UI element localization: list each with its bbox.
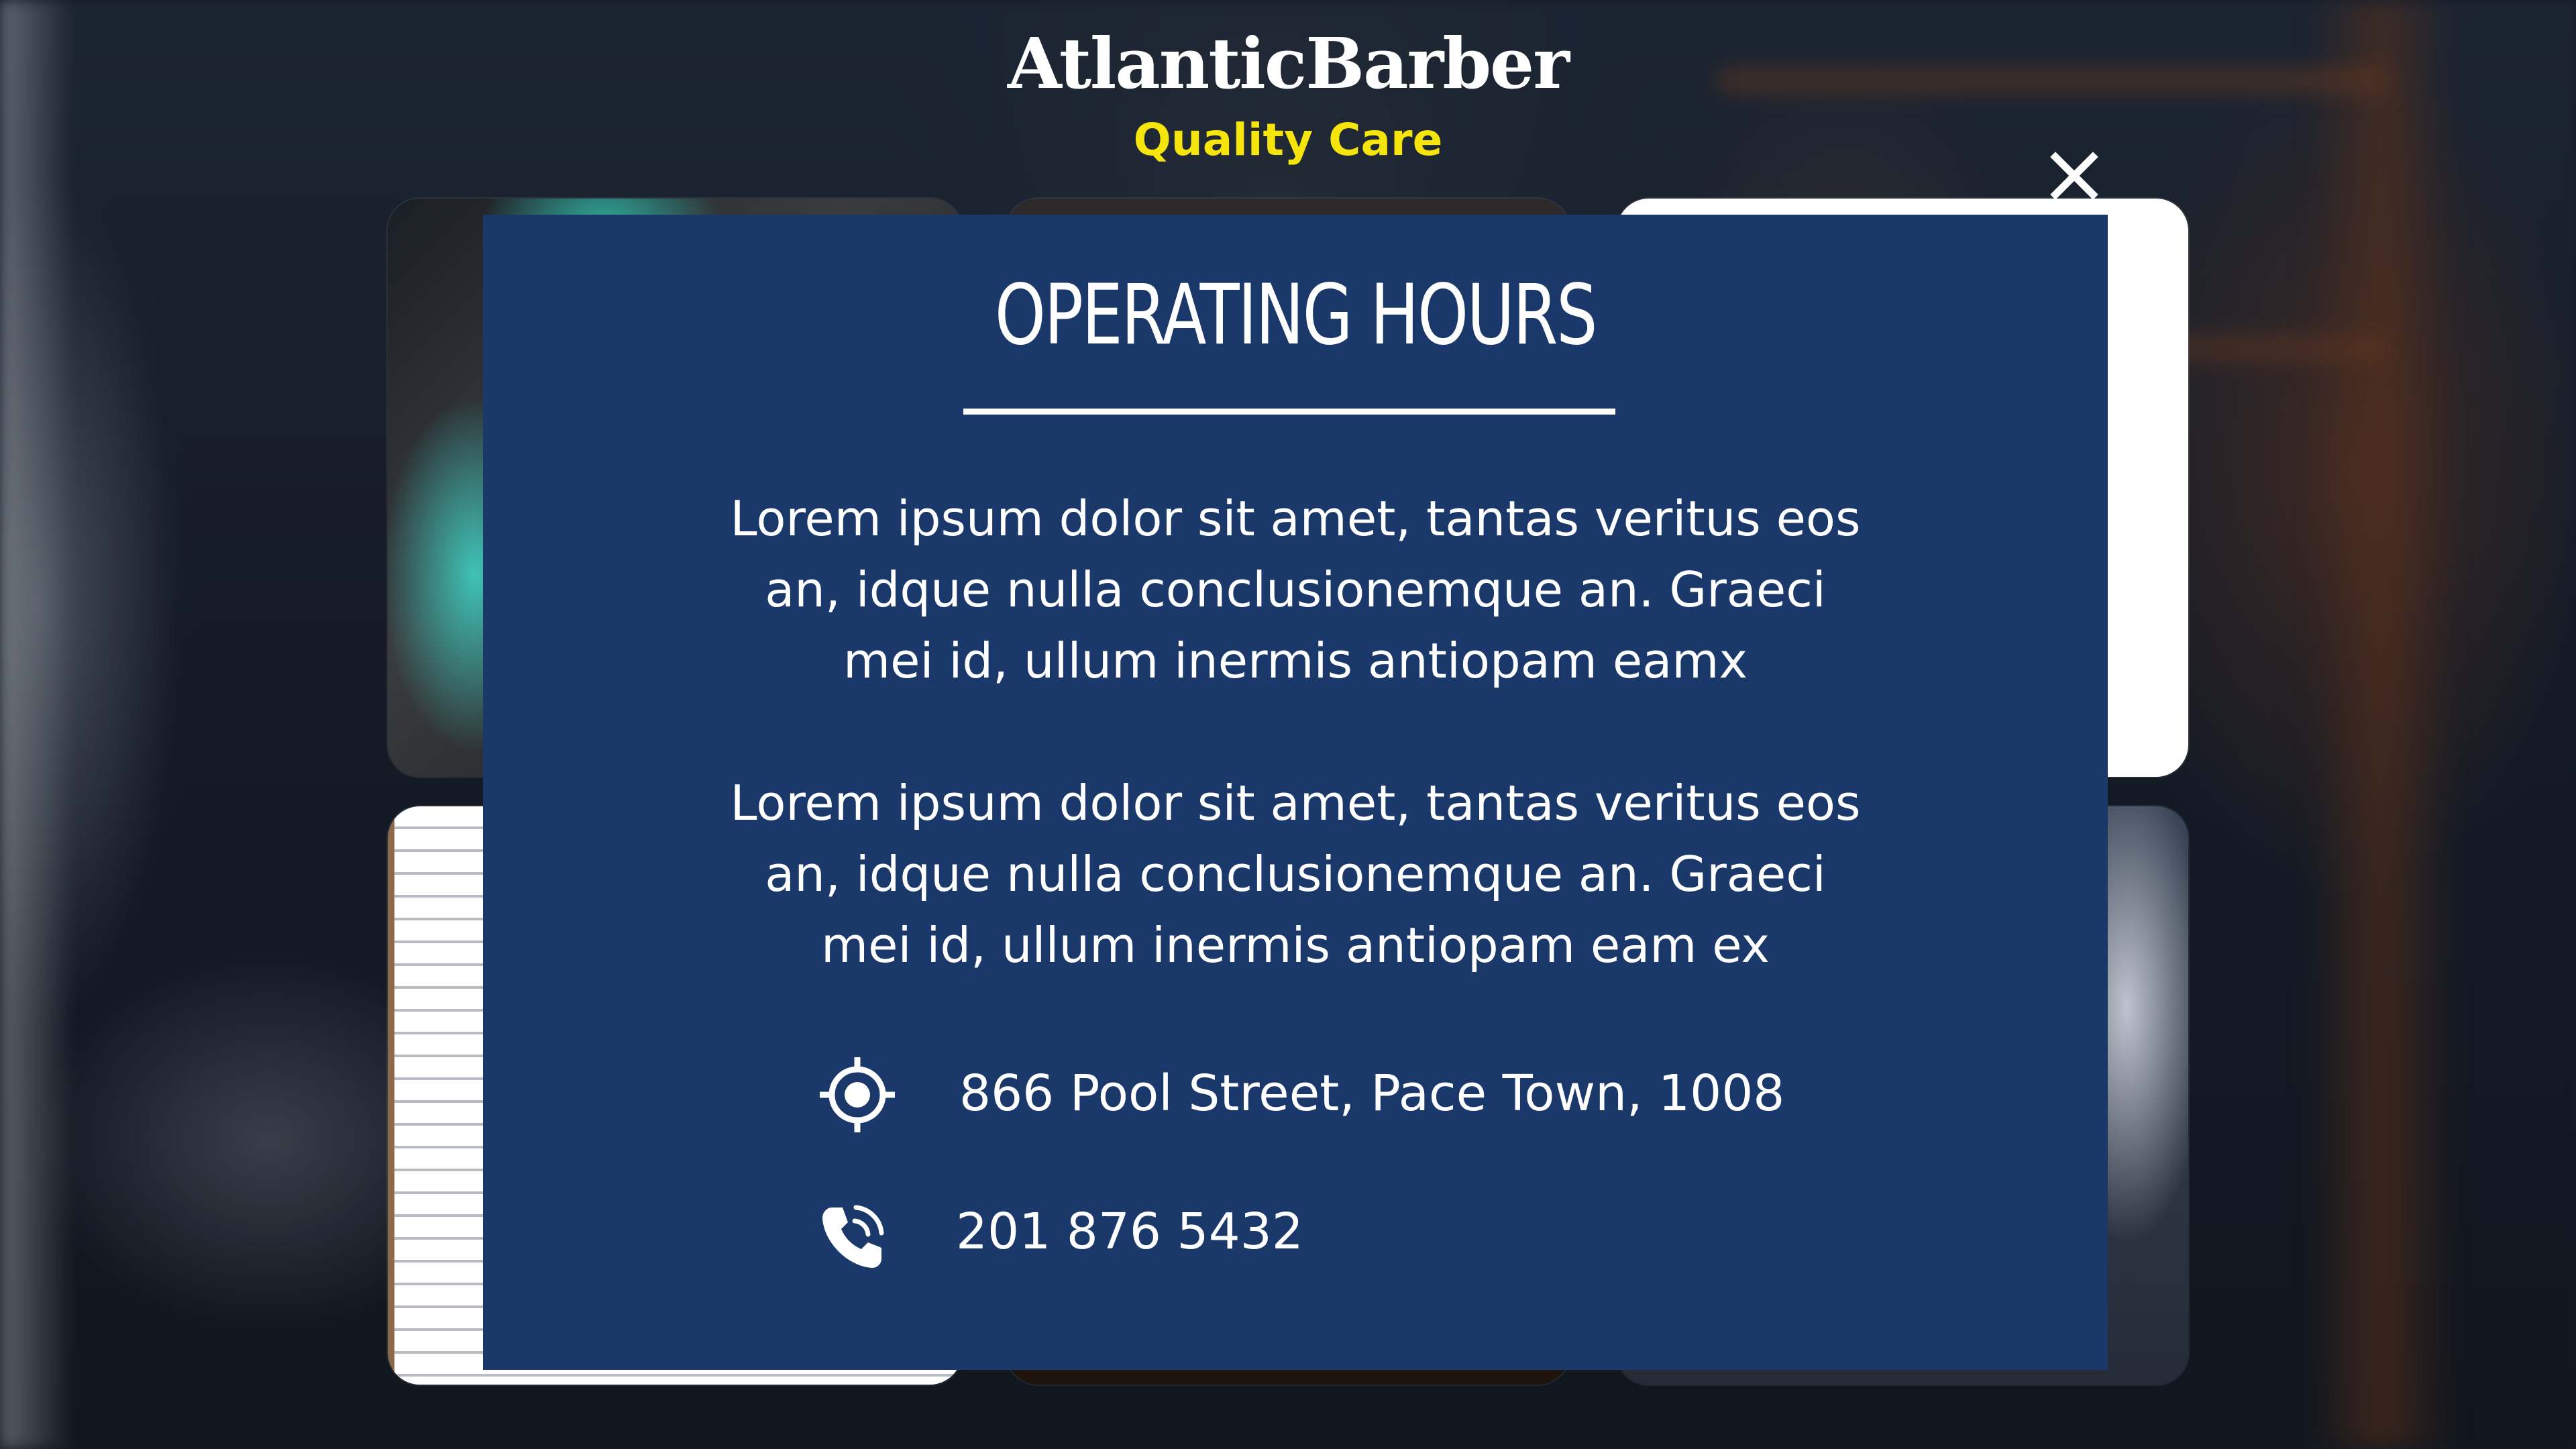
paragraph-line: an, idque nulla conclusionemque an. Grae… bbox=[765, 846, 1826, 902]
brand-tagline: Quality Care bbox=[1133, 114, 1443, 166]
paragraph-line: an, idque nulla conclusionemque an. Grae… bbox=[765, 561, 1826, 618]
modal-title: OPERATING HOURS bbox=[994, 267, 1598, 364]
description-paragraph: Lorem ipsum dolor sit amet, tantas verit… bbox=[483, 767, 2108, 981]
brand-header: AtlanticBarber Quality Care bbox=[0, 20, 2576, 170]
paragraph-line: Lorem ipsum dolor sit amet, tantas verit… bbox=[730, 490, 1861, 547]
paragraph-line: mei id, ullum inermis antiopam eam ex bbox=[821, 917, 1770, 973]
phone-number[interactable]: 201 876 5432 bbox=[956, 1198, 1303, 1265]
address-text: 866 Pool Street, Pace Town, 1008 bbox=[959, 1065, 1785, 1122]
description-paragraph: Lorem ipsum dolor sit amet, tantas verit… bbox=[483, 483, 2108, 696]
page: AtlanticBarber Quality Care OPERATING HO… bbox=[0, 0, 2576, 1449]
location-target-icon bbox=[818, 1056, 896, 1134]
brand-logo[interactable]: AtlanticBarber bbox=[0, 20, 2576, 107]
close-icon[interactable] bbox=[2047, 149, 2101, 203]
paragraph-line: Lorem ipsum dolor sit amet, tantas verit… bbox=[730, 775, 1861, 831]
title-divider bbox=[963, 409, 1615, 415]
phone-ringing-icon[interactable] bbox=[814, 1201, 888, 1275]
paragraph-line: mei id, ullum inermis antiopam eamx bbox=[843, 633, 1748, 689]
